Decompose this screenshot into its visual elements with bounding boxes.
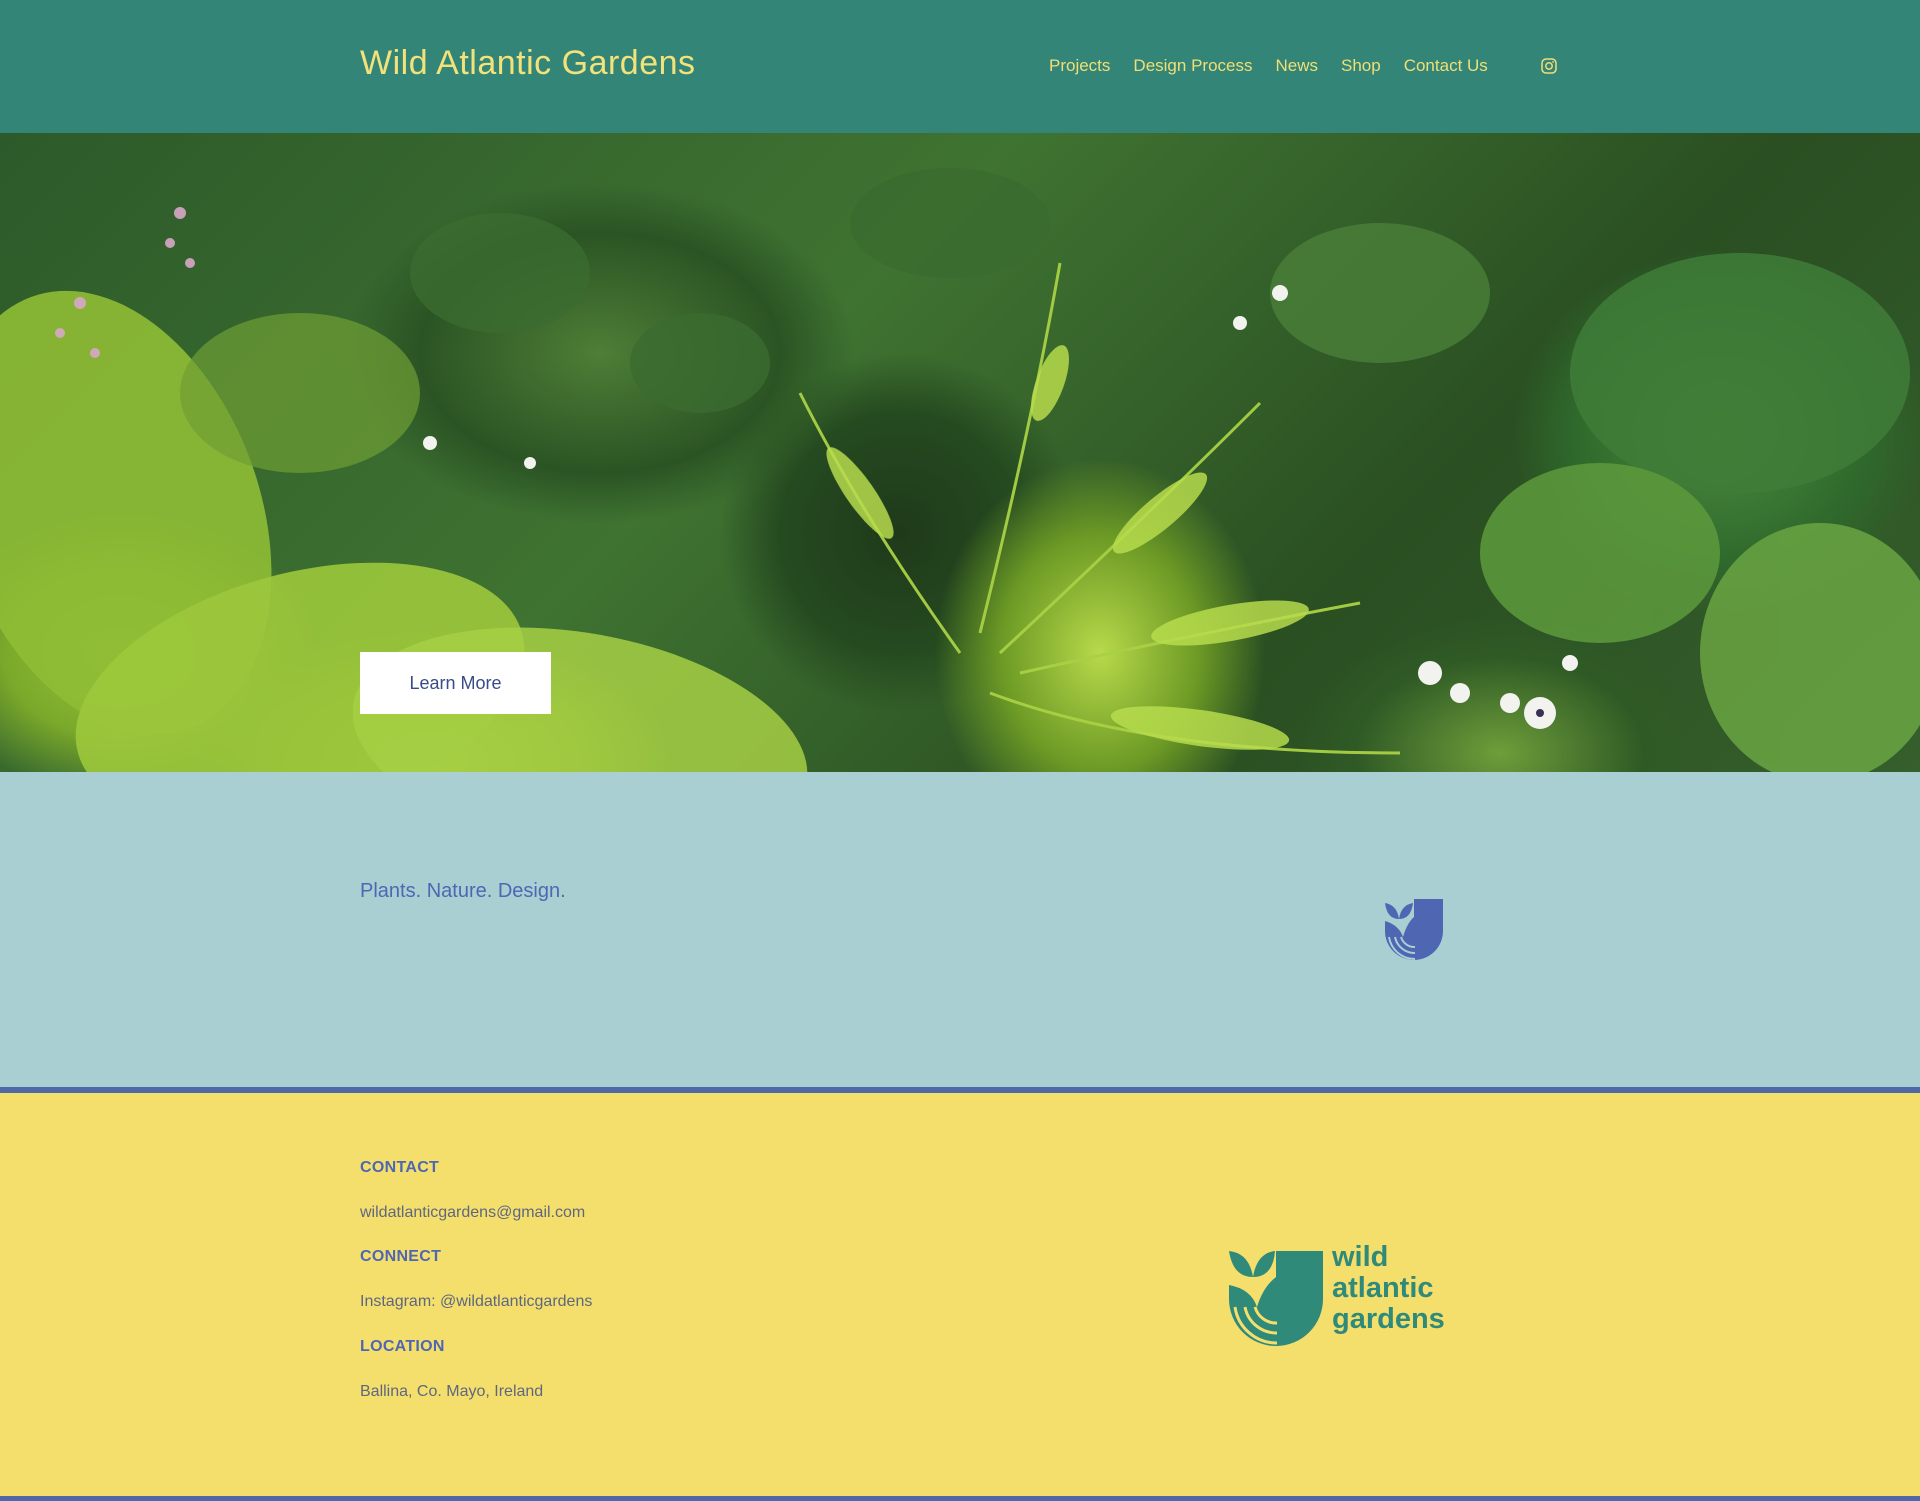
- nav-contact-us[interactable]: Contact Us: [1404, 56, 1488, 76]
- contact-heading: CONTACT: [360, 1159, 440, 1176]
- location-text: Ballina, Co. Mayo, Ireland: [360, 1383, 544, 1400]
- site-title[interactable]: Wild Atlantic Gardens: [360, 44, 696, 83]
- footer-bottom-rule: [0, 1496, 1920, 1501]
- hero-image: Learn More: [0, 133, 1920, 772]
- logo-wordmark: wild atlantic gardens: [1332, 1242, 1445, 1335]
- contact-email[interactable]: wildatlanticgardens@gmail.com: [360, 1204, 585, 1222]
- main-nav: Projects Design Process News Shop Contac…: [1049, 56, 1511, 76]
- logo-line-wild: wild: [1332, 1241, 1389, 1273]
- logo-emblem: [1229, 1251, 1323, 1346]
- tagline-band: [0, 772, 1920, 1087]
- site-footer: [0, 1093, 1920, 1496]
- location-heading: LOCATION: [360, 1338, 445, 1355]
- nav-shop[interactable]: Shop: [1341, 56, 1381, 76]
- nav-news[interactable]: News: [1275, 56, 1318, 76]
- nav-design-process[interactable]: Design Process: [1133, 56, 1252, 76]
- site-header: Wild Atlantic Gardens Projects Design Pr…: [0, 0, 1920, 133]
- logo-line-gardens: gardens: [1332, 1303, 1445, 1335]
- logo-line-atlantic: atlantic: [1332, 1272, 1434, 1304]
- instagram-handle[interactable]: Instagram: @wildatlanticgardens: [360, 1293, 592, 1311]
- learn-more-button[interactable]: Learn More: [360, 652, 551, 714]
- nav-projects[interactable]: Projects: [1049, 56, 1110, 76]
- leaf-wave-emblem: [1385, 899, 1443, 961]
- connect-heading: CONNECT: [360, 1248, 442, 1265]
- tagline: Plants. Nature. Design.: [360, 880, 566, 902]
- instagram-icon[interactable]: [1541, 58, 1557, 74]
- foliage-illustration: [0, 168, 1920, 772]
